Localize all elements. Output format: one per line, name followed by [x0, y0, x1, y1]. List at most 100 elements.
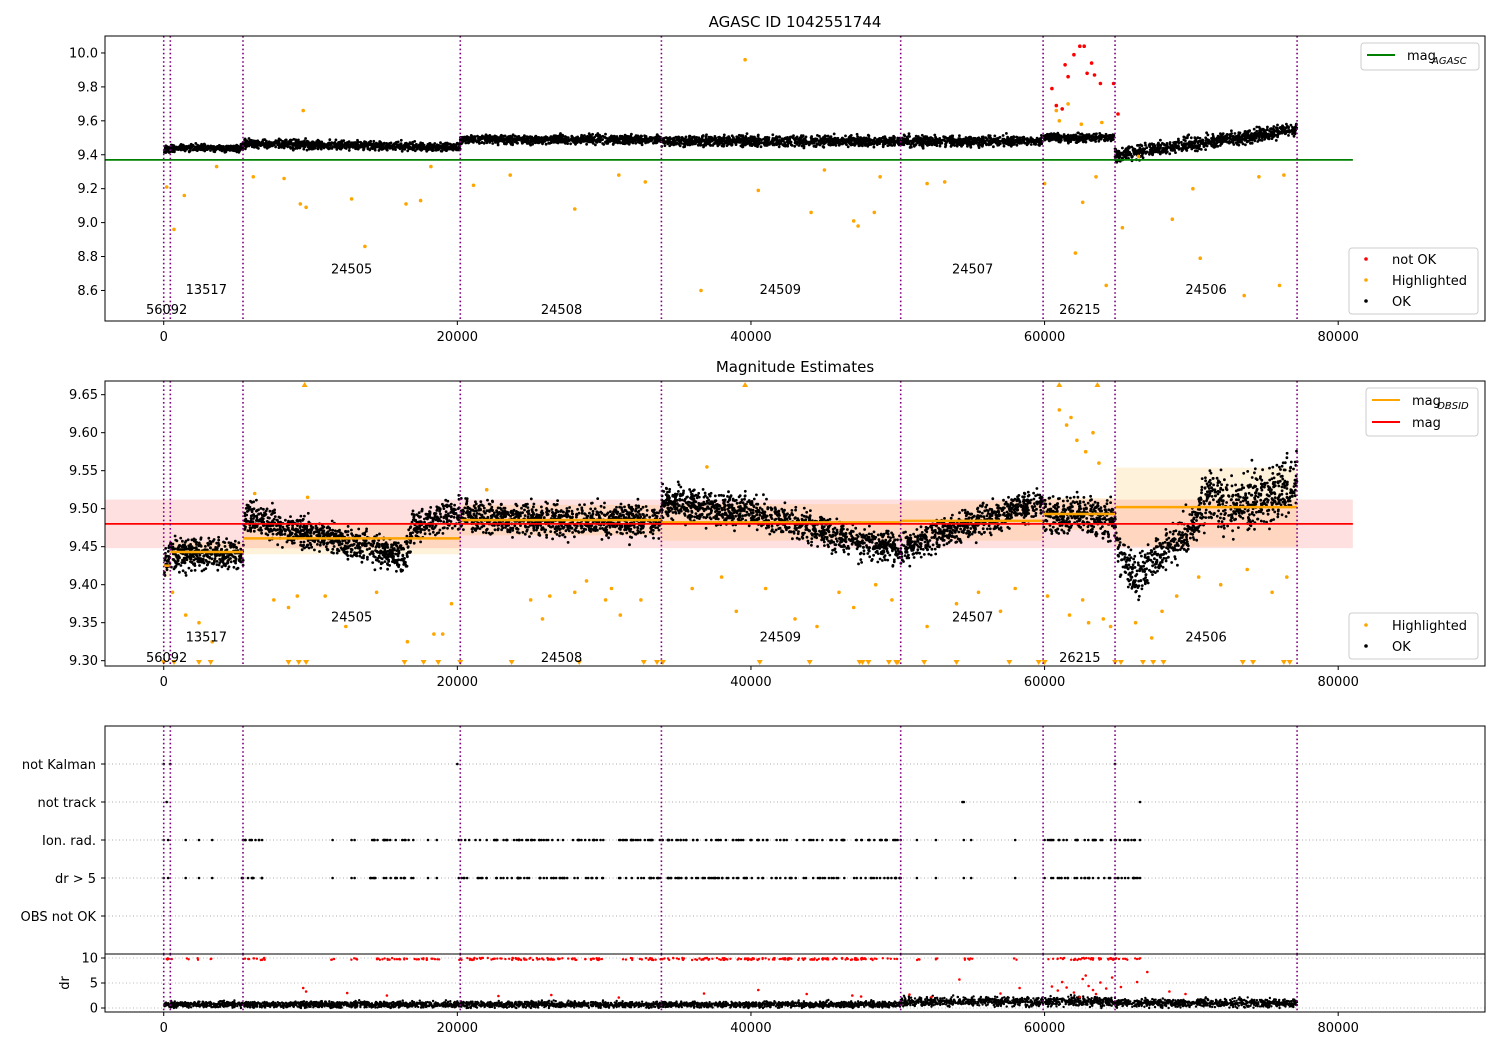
ok-point [387, 145, 391, 149]
ok-point [804, 139, 807, 143]
ok-point [1015, 143, 1019, 147]
ok-point [856, 135, 859, 139]
not-ok-point [1098, 81, 1103, 86]
ok-point [1256, 140, 1260, 143]
ok-point [353, 141, 357, 144]
ok-point [914, 143, 917, 147]
ok-point [354, 147, 358, 151]
ok-point [1287, 130, 1291, 134]
ok-point [288, 145, 292, 149]
ok-point [1049, 138, 1053, 142]
legend-subscript: AGASC [1431, 56, 1467, 67]
ok-point [594, 143, 597, 147]
ok-point [1158, 143, 1161, 147]
ok-point [1156, 150, 1159, 154]
ok-point [1141, 156, 1145, 160]
ok-point [860, 143, 864, 146]
ok-point [576, 135, 579, 139]
ok-point [521, 136, 525, 139]
ok-point [1128, 152, 1132, 156]
ok-point [1268, 129, 1272, 133]
ok-point [1272, 125, 1276, 128]
ok-point [931, 139, 935, 143]
ok-point [1263, 129, 1267, 133]
highlighted-point [508, 173, 512, 177]
ok-point [1141, 152, 1144, 156]
ok-point [567, 138, 570, 142]
ok-point [238, 149, 242, 153]
ok-point [849, 140, 853, 144]
ok-point [683, 138, 687, 141]
ok-point [1263, 135, 1267, 139]
ok-point [626, 138, 630, 141]
ok-point [863, 144, 867, 147]
ok-point [714, 141, 718, 144]
ok-point [1161, 148, 1164, 152]
ok-point [692, 135, 696, 139]
ok-point [437, 144, 441, 147]
obsid-label: 56092 [146, 303, 187, 318]
highlighted-point [809, 210, 813, 215]
ok-point [570, 138, 573, 142]
ok-point [491, 139, 494, 143]
ok-point [901, 142, 905, 146]
ok-point [406, 149, 410, 153]
ok-point [1135, 149, 1139, 153]
ok-point [304, 137, 307, 140]
ok-point [1263, 137, 1266, 141]
ok-point [1164, 146, 1168, 150]
ok-point [756, 134, 760, 138]
ok-point [1001, 140, 1004, 143]
ok-point [730, 143, 734, 147]
ok-point [666, 137, 670, 140]
ok-point [866, 144, 870, 148]
ok-point [243, 137, 247, 141]
ok-point [861, 138, 865, 142]
ok-point [1180, 140, 1183, 144]
ok-point [891, 137, 895, 141]
highlighted-point [1094, 175, 1098, 179]
ok-point [818, 139, 821, 143]
y-tick-label: 9.4 [77, 148, 98, 163]
ok-point [908, 146, 912, 149]
ok-point [908, 135, 911, 138]
ok-point [1175, 146, 1179, 150]
ok-point [254, 140, 258, 144]
ok-point [741, 145, 744, 149]
ok-point [1159, 146, 1162, 150]
ok-point [460, 142, 463, 146]
ok-point [356, 140, 360, 144]
ok-point [445, 149, 448, 153]
highlighted-point [1242, 293, 1246, 298]
ok-point [1238, 131, 1242, 135]
ok-point [1232, 138, 1236, 142]
highlighted-point [214, 164, 219, 169]
ok-point [638, 141, 642, 145]
ok-point [925, 135, 928, 139]
ok-point [1212, 140, 1216, 144]
ok-point [374, 141, 378, 145]
ok-point [902, 133, 906, 137]
ok-point [327, 143, 331, 147]
highlighted-point [471, 183, 476, 188]
ok-point [1156, 146, 1160, 150]
ok-point [687, 141, 690, 144]
ok-point [996, 136, 1000, 140]
ok-point [274, 145, 277, 149]
ok-point [1259, 131, 1262, 135]
ok-point [748, 143, 752, 147]
ok-point [209, 144, 213, 148]
ok-point [258, 141, 262, 145]
ok-point [327, 146, 331, 150]
ok-point [364, 140, 368, 144]
ok-point [878, 137, 881, 140]
ok-point [1192, 144, 1196, 148]
ok-point [997, 143, 1001, 147]
ok-point [778, 135, 782, 139]
ok-point [954, 138, 958, 142]
highlighted-point [1191, 186, 1195, 191]
ok-point [1269, 127, 1273, 130]
ok-point [666, 139, 670, 143]
ok-point [385, 148, 389, 152]
ok-point [789, 140, 793, 144]
